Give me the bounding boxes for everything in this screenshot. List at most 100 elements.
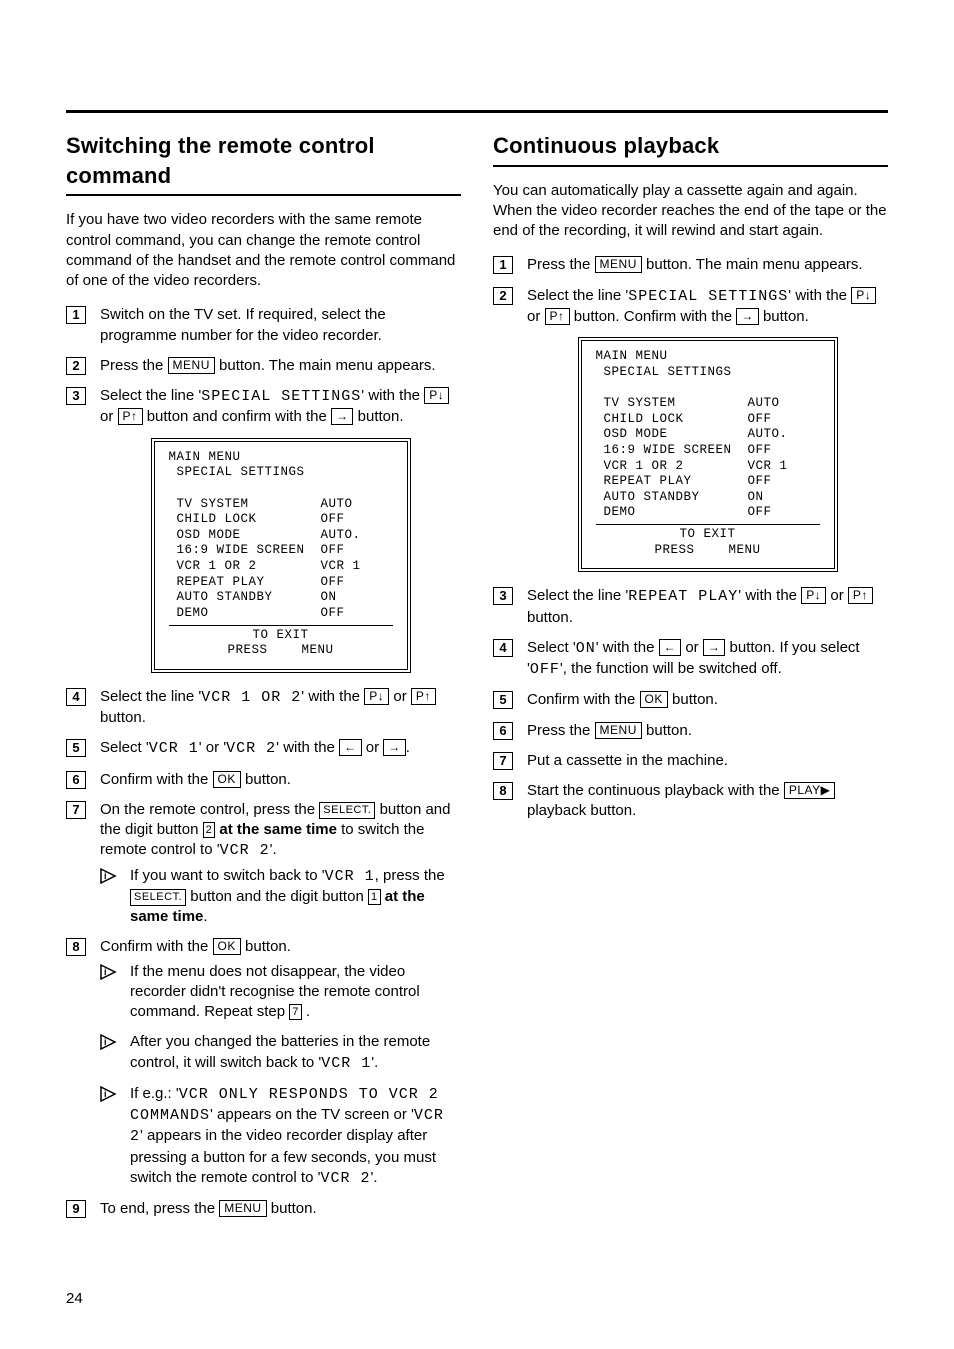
menu-label: SPECIAL SETTINGS <box>201 388 361 405</box>
menu-key: MENU <box>168 357 215 374</box>
left-arrow-key: ← <box>339 739 362 756</box>
step-text: ' with the <box>301 688 364 705</box>
tip-text: '. <box>370 1169 377 1186</box>
right-title: Continuous playback <box>493 131 888 161</box>
step-text: Select the line ' <box>527 587 628 604</box>
step-number: 1 <box>493 256 513 274</box>
menu-label: OFF <box>530 661 560 678</box>
right-arrow-key: → <box>383 739 406 756</box>
step-number: 7 <box>493 752 513 770</box>
left-arrow-key: ← <box>659 639 682 656</box>
play-key: PLAY▶ <box>784 782 836 799</box>
left-step-8: 8 Confirm with the OK button. i If the m… <box>66 937 461 1189</box>
step-number: 6 <box>493 722 513 740</box>
right-intro: You can automatically play a cassette ag… <box>493 181 888 242</box>
menu-label: VCR 2 <box>320 1170 370 1187</box>
step-text: Press the <box>527 256 595 273</box>
right-steps: 1 Press the MENU button. The main menu a… <box>493 255 888 821</box>
tip-text: . <box>203 908 207 925</box>
p-down-key: P↓ <box>801 587 826 604</box>
right-step-4: 4 Select 'ON' with the ← or → button. If… <box>493 638 888 681</box>
menu-label: SPECIAL SETTINGS <box>628 288 788 305</box>
step-text: button. <box>267 1200 317 1217</box>
digit-7-key: 7 <box>289 1004 302 1020</box>
p-up-key: P↑ <box>411 688 436 705</box>
step-text: or <box>362 739 384 756</box>
step-text: playback button. <box>527 802 636 819</box>
osd-wrap: MAIN MENU SPECIAL SETTINGS TV SYSTEM AUT… <box>100 438 461 673</box>
step-number: 9 <box>66 1200 86 1218</box>
step-text: or <box>100 408 118 425</box>
left-steps: 1 Switch on the TV set. If required, sel… <box>66 305 461 1219</box>
info-arrow-icon: i <box>100 1086 120 1102</box>
tip-text: button and the digit button <box>186 888 368 905</box>
right-column: Continuous playback You can automaticall… <box>493 131 888 1229</box>
step-text: Select the line ' <box>527 287 628 304</box>
left-step-9: 9 To end, press the MENU button. <box>66 1199 461 1219</box>
step-text: button. The main menu appears. <box>215 357 436 374</box>
step-number: 8 <box>493 782 513 800</box>
step-number: 8 <box>66 938 86 956</box>
right-arrow-key: → <box>736 308 759 325</box>
menu-label: REPEAT PLAY <box>628 588 738 605</box>
step-number: 7 <box>66 801 86 819</box>
menu-label: VCR 2 <box>220 842 270 859</box>
step-text: button. <box>241 771 291 788</box>
step-text: . <box>406 739 410 756</box>
step-text: Select ' <box>100 739 149 756</box>
svg-text:i: i <box>104 967 107 977</box>
menu-label: VCR 1 OR 2 <box>201 689 301 706</box>
tip-list: i If the menu does not disappear, the vi… <box>100 962 461 1190</box>
tip-text: If e.g.: ' <box>130 1085 179 1102</box>
tip-item: i After you changed the batteries in the… <box>100 1032 461 1074</box>
p-down-key: P↓ <box>851 287 876 304</box>
step-text: On the remote control, press the <box>100 801 319 818</box>
top-rule <box>66 110 888 113</box>
step-text: Press the <box>100 357 168 374</box>
info-arrow-icon: i <box>100 868 120 884</box>
step-text: button. <box>100 709 146 726</box>
p-down-key: P↓ <box>364 688 389 705</box>
right-step-2: 2 Select the line 'SPECIAL SETTINGS' wit… <box>493 286 888 573</box>
info-arrow-icon: i <box>100 964 120 980</box>
ok-key: OK <box>213 938 241 955</box>
step-number: 1 <box>66 306 86 324</box>
tip-item: i If e.g.: 'VCR ONLY RESPONDS TO VCR 2 C… <box>100 1084 461 1189</box>
svg-text:i: i <box>104 1089 107 1099</box>
step-text: '. <box>270 841 277 858</box>
menu-label: VCR 1 <box>325 868 375 885</box>
step-text: button. <box>759 308 809 325</box>
menu-key: MENU <box>595 256 642 273</box>
digit-1-key: 1 <box>368 889 381 905</box>
ok-key: OK <box>213 771 241 788</box>
left-step-7: 7 On the remote control, press the SELEC… <box>66 800 461 928</box>
info-arrow-icon: i <box>100 1034 120 1050</box>
p-up-key: P↑ <box>118 408 143 425</box>
step-text: Select ' <box>527 639 576 656</box>
left-title: Switching the remote control command <box>66 131 461 190</box>
step-text: Confirm with the <box>100 771 213 788</box>
step-number: 6 <box>66 771 86 789</box>
step-text: Confirm with the <box>100 938 213 955</box>
step-text: ', the function will be switched off. <box>560 660 782 677</box>
step-text: ' with the <box>276 739 339 756</box>
step-number: 5 <box>66 739 86 757</box>
left-step-3: 3 Select the line 'SPECIAL SETTINGS' wit… <box>66 386 461 673</box>
right-step-3: 3 Select the line 'REPEAT PLAY' with the… <box>493 586 888 628</box>
select-key: SELECT. <box>319 802 375 819</box>
tip-text: ' appears in the video recorder display … <box>130 1127 436 1186</box>
step-text: or <box>527 308 545 325</box>
step-text: button. <box>353 408 403 425</box>
tip-text: If the menu does not disappear, the vide… <box>130 963 420 1021</box>
step-text: Confirm with the <box>527 691 640 708</box>
step-number: 3 <box>493 587 513 605</box>
tip-item: i If the menu does not disappear, the vi… <box>100 962 461 1023</box>
menu-label: VCR 1 <box>149 740 199 757</box>
tip-text: If you want to switch back to ' <box>130 867 325 884</box>
step-number: 2 <box>493 287 513 305</box>
step-number: 4 <box>493 639 513 657</box>
page-number: 24 <box>66 1289 83 1309</box>
osd-wrap: MAIN MENU SPECIAL SETTINGS TV SYSTEM AUT… <box>527 337 888 572</box>
step-text: ' with the <box>361 387 424 404</box>
ok-key: OK <box>640 691 668 708</box>
